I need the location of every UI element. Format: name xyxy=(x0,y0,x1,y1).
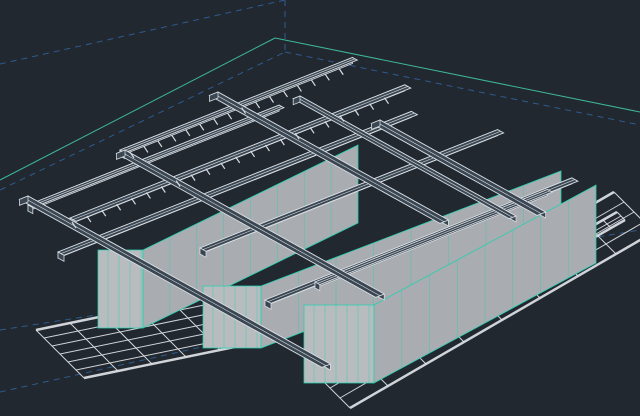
beam-long-2-center xyxy=(30,106,282,207)
support-wall-right-front xyxy=(303,304,375,384)
purlin-tick xyxy=(250,150,256,158)
purlin-tick xyxy=(199,123,205,131)
purlin-tick xyxy=(235,156,241,164)
purlin-tick xyxy=(131,197,137,205)
purlin-tick xyxy=(269,96,274,103)
purlin-tick xyxy=(101,209,107,217)
cad-model-canvas[interactable] xyxy=(0,0,640,416)
beam-cross-1-end xyxy=(209,91,219,102)
purlin-tick xyxy=(264,144,270,152)
purlin-tick xyxy=(296,85,302,92)
purlin-tick xyxy=(157,140,163,148)
purlin-tick xyxy=(143,146,149,153)
cad-viewport[interactable] xyxy=(0,0,640,416)
purlin-tick xyxy=(145,192,151,199)
purlin-tick xyxy=(369,103,375,110)
purlin-tick xyxy=(338,68,344,76)
beam-cross-4-end xyxy=(292,95,301,106)
beam-cross-3-end xyxy=(19,195,29,206)
purlin-tick xyxy=(383,97,389,105)
purlin-tick xyxy=(213,118,219,126)
purlin-tick xyxy=(185,129,191,137)
purlin-tick xyxy=(309,126,315,134)
purlin-tick xyxy=(116,203,122,211)
purlin-tick xyxy=(86,215,92,223)
purlin-tick xyxy=(227,112,233,120)
purlin-tick xyxy=(205,168,211,176)
purlin-tick xyxy=(220,162,226,170)
purlin-tick xyxy=(310,79,316,87)
purlin-tick xyxy=(190,174,196,181)
boundary-line-5 xyxy=(274,37,640,113)
purlin-tick xyxy=(279,138,285,146)
purlin-tick xyxy=(324,73,330,81)
purlin-tick xyxy=(354,109,360,116)
purlin-tick xyxy=(255,101,261,109)
purlin-tick xyxy=(282,90,288,98)
purlin-tick xyxy=(324,121,330,128)
purlin-tick xyxy=(160,186,166,193)
beam-long-2 xyxy=(26,104,285,215)
purlin-tick xyxy=(171,135,177,142)
